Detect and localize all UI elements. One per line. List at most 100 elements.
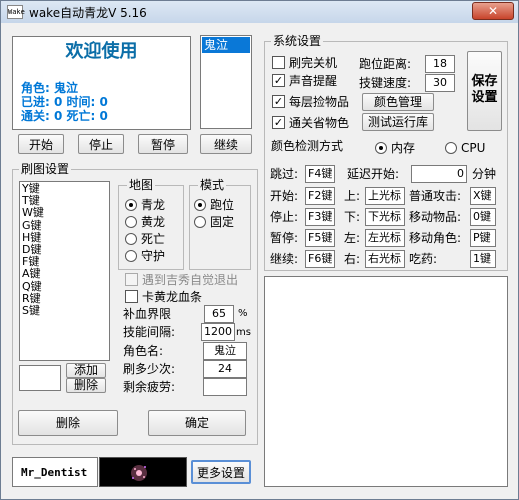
detect-memory-label: 内存	[391, 141, 416, 155]
sound-checkbox[interactable]: ✓	[272, 74, 285, 87]
continue-hotkey-label: 继续:	[270, 252, 299, 266]
map-option-siwang-radio[interactable]	[125, 233, 137, 245]
stuck-huanglong-label: 卡黄龙血条	[142, 290, 203, 304]
pause-hotkey-label: 暂停:	[270, 231, 299, 245]
log-area[interactable]	[264, 276, 508, 487]
add-key-button[interactable]: 添加	[66, 363, 106, 378]
stop-button[interactable]: 停止	[78, 134, 124, 154]
up-label: 上:	[344, 189, 361, 203]
shutdown-checkbox[interactable]	[272, 56, 285, 69]
map-option-qinglong-radio[interactable]	[125, 199, 137, 211]
skill-speed-input[interactable]: 30	[425, 74, 455, 92]
color-manage-button[interactable]: 颜色管理	[362, 93, 434, 111]
skill-interval-unit: ms	[236, 327, 251, 338]
pause-hotkey-input[interactable]: F5键	[305, 229, 335, 247]
role-name-label: 角色名:	[123, 344, 164, 358]
blood-limit-label: 补血界限	[123, 307, 172, 321]
shutdown-label: 刷完关机	[289, 56, 338, 70]
delete-key-button[interactable]: 删除	[66, 378, 106, 393]
save-items-label: 通关省物色	[289, 116, 350, 130]
stop-hotkey-input[interactable]: F3键	[305, 208, 335, 226]
delay-start-unit: 分钟	[472, 167, 497, 181]
map-option-huanglong-label: 黄龙	[141, 215, 166, 229]
key-list-item[interactable]: Q键	[22, 280, 44, 293]
eat-potion-label: 吃药:	[409, 252, 438, 266]
move-role-input[interactable]: P键	[470, 229, 496, 247]
pickup-label: 每层捡物品	[289, 95, 350, 109]
down-input[interactable]: 下光标	[365, 208, 405, 226]
pause-button[interactable]: 暂停	[138, 134, 188, 154]
key-input[interactable]	[19, 365, 61, 391]
more-settings-button[interactable]: 更多设置	[191, 460, 251, 484]
role-list-item-selected[interactable]: 鬼泣	[202, 37, 250, 53]
welcome-role: 角色: 鬼泣	[21, 81, 78, 95]
mode-option-guding-radio[interactable]	[194, 216, 206, 228]
confirm-button[interactable]: 确定	[148, 410, 246, 436]
map-option-shouhu-label: 守护	[141, 249, 166, 263]
welcome-heading: 欢迎使用	[65, 41, 138, 62]
normal-attack-label: 普通攻击:	[409, 189, 462, 203]
app-window: Wake wake自动青龙V 5.16 ✕ 欢迎使用 角色: 鬼泣 已进: 0 …	[0, 0, 519, 500]
detect-memory-radio[interactable]	[375, 142, 387, 154]
up-input[interactable]: 上光标	[365, 187, 405, 205]
role-list[interactable]: 鬼泣	[200, 35, 252, 129]
detect-cpu-label: CPU	[461, 141, 486, 155]
stop-hotkey-label: 停止:	[270, 210, 299, 224]
left-input[interactable]: 左光标	[365, 229, 405, 247]
skip-label: 跳过:	[270, 167, 299, 181]
run-distance-input[interactable]: 18	[425, 55, 455, 73]
key-list-item[interactable]: G键	[22, 219, 44, 232]
author-name: Mr_Dentist	[21, 466, 88, 479]
mode-group-title: 模式	[198, 178, 227, 192]
normal-attack-input[interactable]: X键	[470, 187, 496, 205]
key-list-item[interactable]: A键	[22, 268, 44, 280]
blood-limit-input[interactable]: 65	[204, 305, 234, 323]
skill-interval-label: 技能间隔:	[123, 325, 176, 339]
continue-button[interactable]: 继续	[200, 134, 252, 154]
detect-cpu-radio[interactable]	[445, 142, 457, 154]
banner-image	[99, 457, 187, 487]
save-settings-button[interactable]: 保存设置	[467, 51, 502, 131]
save-items-checkbox[interactable]: ✓	[272, 116, 285, 129]
brush-times-input[interactable]: 24	[203, 360, 247, 378]
continue-hotkey-input[interactable]: F6键	[305, 250, 335, 268]
close-button[interactable]: ✕	[472, 2, 514, 20]
mode-option-paowei-label: 跑位	[210, 198, 235, 212]
map-option-huanglong-radio[interactable]	[125, 216, 137, 228]
map-settings-title: 刷图设置	[19, 162, 72, 176]
stuck-huanglong-checkbox[interactable]	[125, 290, 138, 303]
delay-start-input[interactable]: 0	[411, 165, 467, 183]
right-label: 右:	[344, 252, 361, 266]
fatigue-input[interactable]	[203, 378, 247, 396]
welcome-progress: 已进: 0 时间: 0	[21, 95, 108, 109]
app-icon: Wake	[7, 5, 25, 19]
skill-interval-input[interactable]: 1200	[201, 323, 235, 341]
key-list-item[interactable]: S键	[22, 304, 44, 317]
mode-option-paowei-radio[interactable]	[194, 199, 206, 211]
pickup-checkbox[interactable]: ✓	[272, 95, 285, 108]
delete-button[interactable]: 删除	[18, 410, 118, 436]
key-list-item[interactable]: W键	[22, 207, 44, 219]
detect-mode-label: 颜色检测方式	[271, 139, 344, 153]
skip-input[interactable]: F4键	[305, 165, 335, 183]
author-box: Mr_Dentist	[12, 457, 98, 487]
save-settings-label: 保存设置	[471, 74, 498, 105]
move-role-label: 移动角色:	[409, 231, 462, 245]
left-label: 左:	[344, 231, 361, 245]
right-input[interactable]: 右光标	[365, 250, 405, 268]
start-button[interactable]: 开始	[18, 134, 64, 154]
mode-option-guding-label: 固定	[210, 215, 235, 229]
window-title: wake自动青龙V 5.16	[29, 6, 147, 20]
key-list[interactable]: Y键 T键 W键 G键 H键 D键 F键 A键 Q键 R键 S键	[19, 181, 110, 361]
map-option-qinglong-label: 青龙	[141, 198, 166, 212]
move-item-input[interactable]: 0键	[470, 208, 496, 226]
map-option-siwang-label: 死亡	[141, 232, 166, 246]
welcome-panel: 欢迎使用 角色: 鬼泣 已进: 0 时间: 0 通关: 0 死亡: 0	[12, 36, 191, 130]
map-option-shouhu-radio[interactable]	[125, 250, 137, 262]
eat-potion-input[interactable]: 1键	[470, 250, 496, 268]
start-hotkey-input[interactable]: F2键	[305, 187, 335, 205]
role-name-input[interactable]: 鬼泣	[203, 342, 247, 360]
title-bar[interactable]: Wake wake自动青龙V 5.16 ✕	[1, 1, 518, 23]
exit-on-jixiu-checkbox[interactable]	[125, 273, 138, 286]
test-run-button[interactable]: 测试运行库	[362, 113, 434, 131]
